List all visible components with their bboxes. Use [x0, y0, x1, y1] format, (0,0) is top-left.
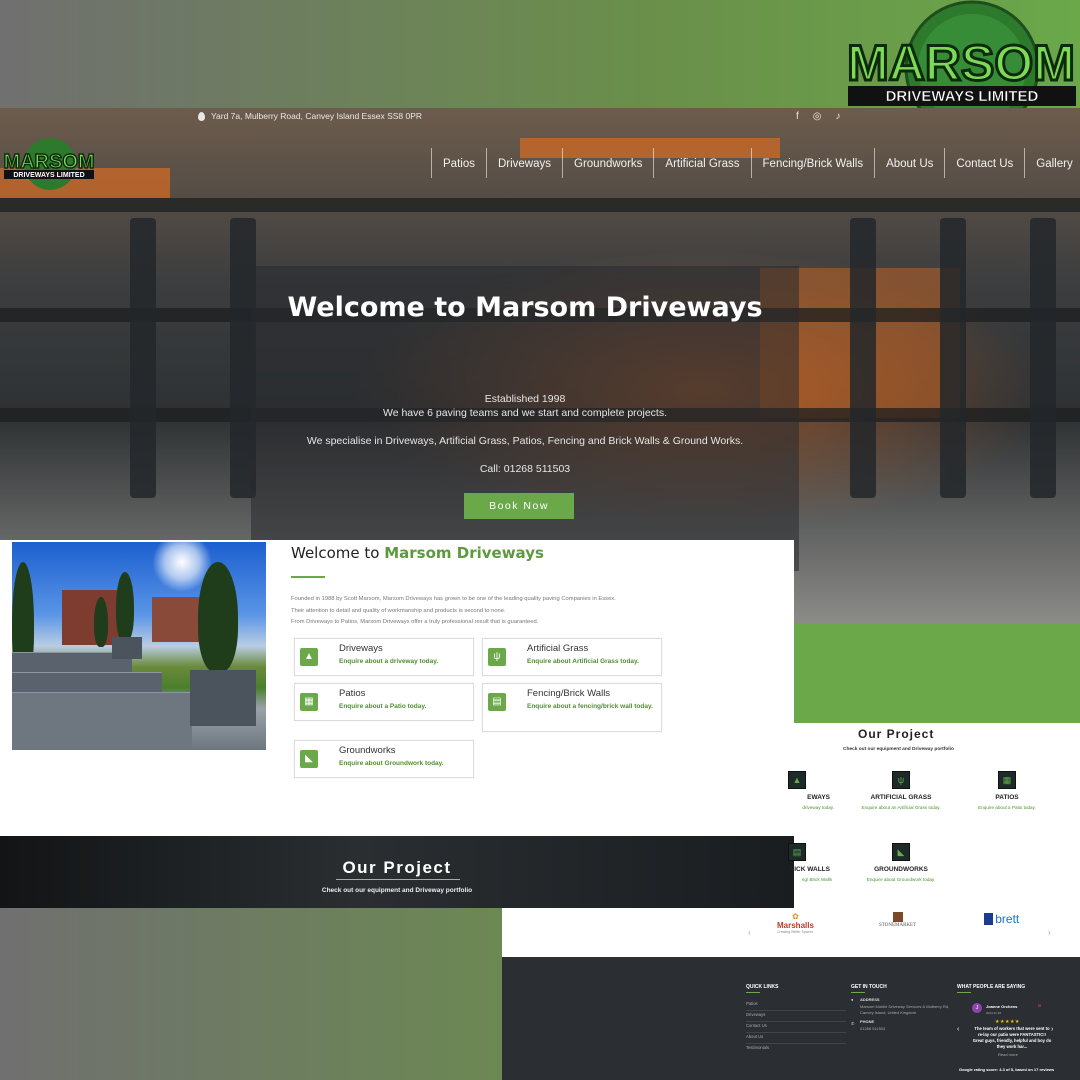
about-section: Welcome to Marsom Driveways Founded in 1… [0, 540, 794, 836]
brick-wall-icon: ▤ [488, 693, 506, 711]
google-icon: G [1038, 1003, 1042, 1008]
phone-icon: ✆ [851, 1021, 855, 1026]
hero-welcome-box: Welcome to Marsom Driveways Established … [251, 266, 799, 571]
book-now-button[interactable]: Book Now [464, 493, 574, 519]
project-item-artificial-grass[interactable]: ψ ARTIFICIAL GRASS Enquire about an Arti… [856, 771, 946, 811]
brand-stonemarket[interactable]: STONEMARKET [879, 912, 916, 928]
svg-text:MARSOM: MARSOM [847, 35, 1075, 91]
project-banner-divider [336, 879, 460, 880]
project-banner-title: Our Project [342, 858, 452, 877]
driveway-icon: ▲ [788, 771, 806, 789]
quick-links-title: QUICK LINKS [746, 984, 779, 990]
nav-artificial-grass[interactable]: Artificial Grass [653, 148, 750, 178]
nav-driveways[interactable]: Driveways [485, 148, 562, 178]
svg-text:DRIVEWAYS LIMITED: DRIVEWAYS LIMITED [886, 88, 1039, 105]
about-divider [291, 576, 325, 578]
top-bar: Yard 7a, Mulberry Road, Canvey Island Es… [0, 108, 1080, 132]
groundworks-icon: ◣ [892, 843, 910, 861]
review-text: The team of workers that were sent to re… [972, 1026, 1052, 1049]
footer-link-about[interactable]: About Us [746, 1034, 846, 1044]
project-item-driveways[interactable]: ▲ EWAYS driveway today. [752, 771, 842, 811]
brand-brett[interactable]: brett [984, 912, 1019, 926]
service-groundworks[interactable]: ◣ Groundworks Enquire about Groundwork t… [294, 740, 474, 778]
carousel-next-icon[interactable]: › [1048, 928, 1051, 937]
patio-icon: ▦ [998, 771, 1016, 789]
reviewer-avatar: J [972, 1003, 982, 1013]
brick-wall-icon: ▤ [788, 843, 806, 861]
service-artificial-grass[interactable]: ψ Artificial Grass Enquire about Artific… [482, 638, 662, 676]
established-text: Established 1998 [484, 393, 566, 405]
call-text[interactable]: Call: 01268 511503 [251, 463, 799, 475]
project-item-groundworks[interactable]: ◣ GROUNDWORKS Enquire about Groundwork t… [856, 843, 946, 883]
footer-link-contact[interactable]: Contact Us [746, 1023, 846, 1033]
project-item-brick-walls[interactable]: ▤ RICK WALLS ng/ Brick Walls [752, 843, 842, 883]
brett-logo-icon [984, 913, 993, 925]
location-pin-icon [198, 111, 205, 121]
quick-links-divider [746, 992, 760, 993]
tiktok-icon[interactable]: ♪ [836, 111, 841, 122]
specialise-text: We specialise in Driveways, Artificial G… [306, 435, 744, 447]
teams-text: We have 6 paving teams and we start and … [382, 407, 668, 419]
partner-brands: ‹ ✿ Marshalls Creating Better Spaces STO… [502, 908, 1080, 957]
location-pin-icon: ● [851, 997, 854, 1002]
hero-title: Welcome to Marsom Driveways [287, 292, 763, 323]
rating-summary: Google rating score: 4.3 of 5, based on … [959, 1067, 1055, 1072]
grass-icon: ψ [892, 771, 910, 789]
review-next-icon[interactable]: › [1051, 1026, 1053, 1033]
header-logo[interactable]: MARSOM DRIVEWAYS LIMITED [2, 136, 96, 192]
stonemarket-logo-icon [892, 912, 903, 922]
green-band [794, 623, 1080, 723]
patio-icon: ▦ [300, 693, 318, 711]
social-links: f ◎ ♪ [796, 111, 841, 122]
about-title: Welcome to Marsom Driveways [291, 544, 544, 562]
marshalls-logo-icon: ✿ [792, 912, 799, 921]
project-item-patios[interactable]: ▦ PATIOS Enquire about a Patio today. [962, 771, 1052, 811]
svg-text:MARSOM: MARSOM [3, 151, 94, 173]
project-panel-title: Our Project [858, 727, 935, 741]
footer-link-driveways[interactable]: Driveways [746, 1012, 846, 1022]
driveway-icon: ▲ [300, 648, 318, 666]
nav-groundworks[interactable]: Groundworks [562, 148, 653, 178]
service-driveways[interactable]: ▲ Driveways Enquire about a driveway tod… [294, 638, 474, 676]
groundworks-icon: ◣ [300, 750, 318, 768]
footer-link-testimonials[interactable]: Testimonials [746, 1045, 846, 1054]
main-nav: Patios Driveways Groundworks Artificial … [431, 148, 1080, 178]
get-in-touch-title: GET IN TOUCH [851, 984, 887, 990]
nav-patios[interactable]: Patios [431, 148, 486, 178]
footer-address: Marsom Mobile Driveway Services & Mulber… [860, 1004, 950, 1015]
read-more-link[interactable]: Read more [998, 1052, 1018, 1058]
review-prev-icon[interactable]: ‹ [957, 1026, 959, 1033]
address: Yard 7a, Mulberry Road, Canvey Island Es… [198, 111, 422, 121]
nav-fencing[interactable]: Fencing/Brick Walls [750, 148, 875, 178]
footer-phone[interactable]: 01268 511503 [860, 1026, 885, 1032]
instagram-icon[interactable]: ◎ [813, 111, 822, 122]
nav-gallery[interactable]: Gallery [1024, 148, 1080, 178]
garden-photo [12, 542, 266, 750]
project-banner-subtitle: Check out our equipment and Driveway por… [321, 887, 473, 894]
nav-contact-us[interactable]: Contact Us [944, 148, 1024, 178]
facebook-icon[interactable]: f [796, 111, 799, 122]
nav-about-us[interactable]: About Us [874, 148, 944, 178]
service-patios[interactable]: ▦ Patios Enquire about a Patio today. [294, 683, 474, 721]
grass-icon: ψ [488, 648, 506, 666]
reviews-title: WHAT PEOPLE ARE SAYING [957, 984, 1026, 990]
project-banner: Our Project Check out our equipment and … [0, 836, 794, 908]
project-panel-subtitle: Check out our equipment and Driveway por… [843, 747, 954, 752]
footer-link-patios[interactable]: Patios [746, 1001, 846, 1011]
about-text: Founded in 1988 by Scott Marsom, Marsom … [291, 596, 616, 625]
service-fencing[interactable]: ▤ Fencing/Brick Walls Enquire about a fe… [482, 683, 662, 732]
rating-stars: ★★★★★ [995, 1019, 1020, 1025]
brand-marshalls[interactable]: ✿ Marshalls Creating Better Spaces [777, 912, 814, 934]
carousel-prev-icon[interactable]: ‹ [748, 928, 751, 937]
svg-text:DRIVEWAYS LIMITED: DRIVEWAYS LIMITED [13, 172, 84, 179]
get-in-touch-divider [851, 992, 865, 993]
footer: QUICK LINKS Patios Driveways Contact Us … [502, 957, 1080, 1080]
reviews-divider [957, 992, 971, 993]
